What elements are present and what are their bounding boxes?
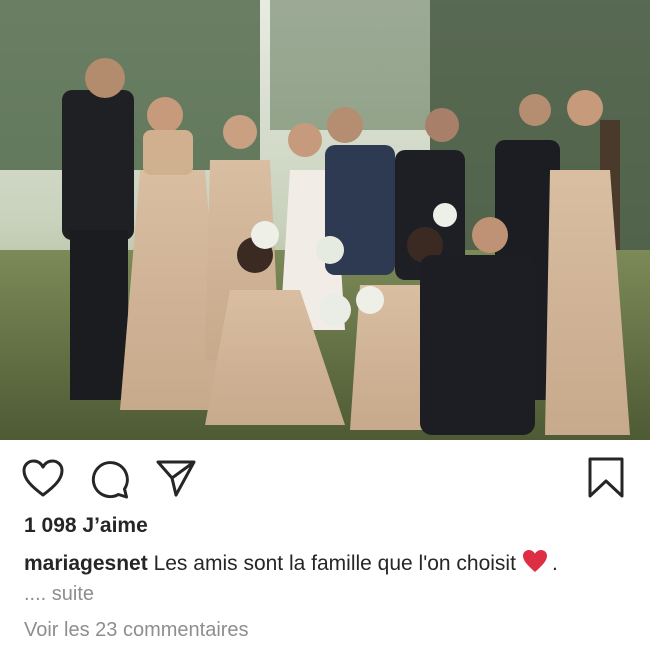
- share-paper-plane-icon[interactable]: [155, 458, 197, 498]
- likes-count[interactable]: 1 098 J’aime: [24, 514, 148, 538]
- view-comments-link[interactable]: Voir les 23 commentaires: [24, 619, 249, 642]
- caption-trailing: .: [551, 552, 558, 575]
- bookmark-icon[interactable]: [586, 456, 626, 500]
- comment-icon[interactable]: [88, 458, 130, 500]
- post-actions-bar: [0, 448, 650, 508]
- heart-emoji-icon: [522, 549, 548, 579]
- post-caption: mariagesnet Les amis sont la famille que…: [24, 549, 558, 579]
- caption-text: Les amis sont la famille que l'on choisi…: [153, 552, 516, 575]
- caption-more-link[interactable]: .... suite: [24, 583, 94, 606]
- post-photo[interactable]: [0, 0, 650, 440]
- heart-outline-icon[interactable]: [21, 458, 65, 498]
- caption-username[interactable]: mariagesnet: [24, 552, 148, 575]
